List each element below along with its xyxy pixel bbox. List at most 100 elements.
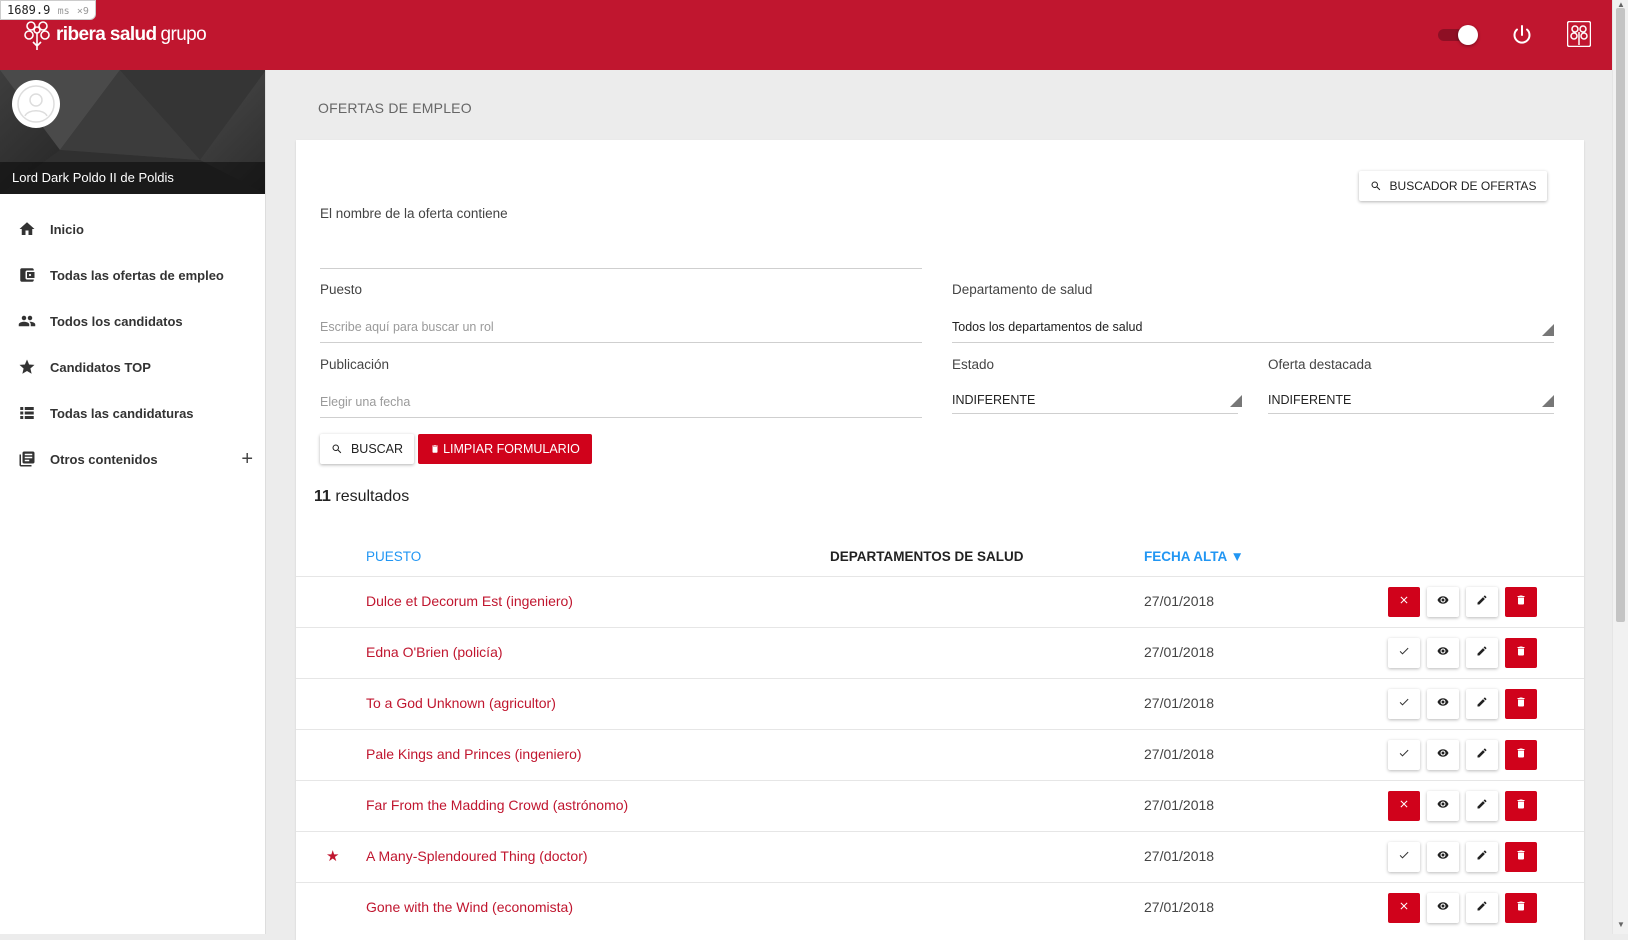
scrollbar-thumb[interactable] [1616, 8, 1625, 622]
edit-button[interactable] [1466, 740, 1498, 770]
col-header-fecha-alta[interactable]: FECHA ALTA ▼ [1144, 549, 1244, 564]
publish-button[interactable] [1388, 842, 1420, 872]
offer-title-link[interactable]: Gone with the Wind (economista) [366, 899, 573, 915]
sidebar-item-candidatos-top[interactable]: Candidatos TOP [0, 344, 265, 390]
dept-select[interactable]: Todos los departamentos de salud [952, 320, 1142, 334]
search-offers-button[interactable]: BUSCADOR DE OFERTAS [1359, 171, 1547, 201]
sidebar: Lord Dark Poldo II de Poldis Inicio Toda… [0, 70, 266, 934]
destacada-underline [1268, 413, 1554, 414]
offer-date: 27/01/2018 [1144, 695, 1215, 711]
sidebar-item-otros[interactable]: Otros contenidos + [0, 436, 265, 482]
row-actions [1388, 893, 1544, 923]
sidebar-item-candidatos[interactable]: Todos los candidatos [0, 298, 265, 344]
unpublish-button[interactable] [1388, 791, 1420, 821]
publicacion-date-input[interactable]: Elegir una fecha [320, 395, 410, 409]
edit-button[interactable] [1466, 893, 1498, 923]
unpublish-button[interactable] [1388, 587, 1420, 617]
pencil-icon [1476, 848, 1488, 866]
offer-title-link[interactable]: Pale Kings and Princes (ingeniero) [366, 746, 582, 762]
edit-button[interactable] [1466, 638, 1498, 668]
logo-icon [24, 21, 50, 50]
view-button[interactable] [1427, 791, 1459, 821]
app-logo-icon [1566, 20, 1592, 48]
trash-icon [1515, 695, 1527, 713]
top-bar: ribera salud grupo [0, 0, 1612, 70]
delete-button[interactable] [1505, 842, 1537, 872]
table-row: Dulce et Decorum Est (ingeniero) 27/01/20… [296, 576, 1584, 627]
perf-unit: ms [57, 6, 70, 17]
page-scrollbar[interactable]: ▲ ▼ [1612, 0, 1628, 934]
scroll-down-arrow[interactable]: ▼ [1617, 920, 1625, 929]
edit-button[interactable] [1466, 791, 1498, 821]
delete-button[interactable] [1505, 587, 1537, 617]
sidebar-item-label: Candidatos TOP [50, 359, 151, 375]
delete-button[interactable] [1505, 893, 1537, 923]
perf-mult: ×9 [76, 6, 89, 17]
view-button[interactable] [1427, 638, 1459, 668]
results-count: 11 resultados [314, 488, 409, 506]
avatar[interactable] [12, 80, 60, 128]
dept-select-arrow-icon[interactable] [1542, 324, 1554, 336]
buscar-label: BUSCAR [350, 442, 404, 456]
home-icon [19, 222, 35, 235]
offer-date: 27/01/2018 [1144, 797, 1215, 813]
pencil-icon [1476, 797, 1488, 815]
edit-button[interactable] [1466, 842, 1498, 872]
pencil-icon [1476, 899, 1488, 917]
wallet-icon [20, 268, 35, 282]
offer-title-link[interactable]: Edna O'Brien (policía) [366, 644, 503, 660]
sidebar-item-candidaturas[interactable]: Todas las candidaturas [0, 390, 265, 436]
edit-button[interactable] [1466, 587, 1498, 617]
sidebar-item-ofertas[interactable]: Todas las ofertas de empleo [0, 252, 265, 298]
trash-icon [1515, 746, 1527, 764]
col-header-puesto[interactable]: PUESTO [366, 549, 421, 564]
view-button[interactable] [1427, 842, 1459, 872]
col-header-departamentos: DEPARTAMENTOS DE SALUD [830, 549, 1024, 564]
offer-title-link[interactable]: To a God Unknown (agricultor) [366, 695, 556, 711]
check-icon [1398, 695, 1410, 713]
sidebar-item-label: Todas las ofertas de empleo [50, 267, 224, 283]
logo[interactable]: ribera salud grupo [22, 18, 207, 52]
profile-panel: Lord Dark Poldo II de Poldis [0, 70, 265, 194]
sidebar-item-label: Todas las candidaturas [50, 405, 194, 421]
limpiar-formulario-button[interactable]: LIMPIAR FORMULARIO [418, 434, 592, 464]
sidebar-nav: Inicio Todas las ofertas de empleo Todos… [0, 194, 265, 482]
delete-button[interactable] [1505, 638, 1537, 668]
sidebar-item-label: Otros contenidos [50, 451, 158, 467]
buscar-button[interactable]: BUSCAR [320, 434, 414, 464]
publish-button[interactable] [1388, 689, 1420, 719]
dept-underline [952, 342, 1554, 343]
offer-title-link[interactable]: A Many-Splendoured Thing (doctor) [366, 848, 588, 864]
puesto-underline [320, 342, 922, 343]
publish-button[interactable] [1388, 740, 1420, 770]
delete-button[interactable] [1505, 740, 1537, 770]
search-offers-label: BUSCADOR DE OFERTAS [1389, 179, 1537, 193]
trash-icon [432, 445, 438, 453]
offer-title-link[interactable]: Far From the Madding Crowd (astrónomo) [366, 797, 628, 813]
estado-select-arrow-icon[interactable] [1230, 395, 1242, 407]
view-button[interactable] [1427, 587, 1459, 617]
expand-plus-icon[interactable]: + [241, 448, 253, 471]
offer-title-link[interactable]: Dulce et Decorum Est (ingeniero) [366, 593, 573, 609]
estado-select[interactable]: INDIFERENTE [952, 393, 1035, 407]
view-button[interactable] [1427, 740, 1459, 770]
unpublish-button[interactable] [1388, 893, 1420, 923]
trash-icon [1515, 899, 1527, 917]
sidebar-item-inicio[interactable]: Inicio [0, 206, 265, 252]
mode-toggle[interactable] [1438, 25, 1478, 45]
app-logo-button[interactable] [1566, 20, 1592, 48]
view-button[interactable] [1427, 689, 1459, 719]
delete-button[interactable] [1505, 689, 1537, 719]
puesto-input[interactable]: Escribe aquí para buscar un rol [320, 320, 494, 334]
edit-button[interactable] [1466, 689, 1498, 719]
delete-button[interactable] [1505, 791, 1537, 821]
view-button[interactable] [1427, 893, 1459, 923]
destacada-select-arrow-icon[interactable] [1542, 395, 1554, 407]
publish-button[interactable] [1388, 638, 1420, 668]
eye-icon [1437, 797, 1449, 815]
publicacion-underline [320, 417, 922, 418]
pencil-icon [1476, 644, 1488, 662]
power-button[interactable] [1510, 23, 1534, 47]
offer-date: 27/01/2018 [1144, 644, 1215, 660]
destacada-select[interactable]: INDIFERENTE [1268, 393, 1351, 407]
